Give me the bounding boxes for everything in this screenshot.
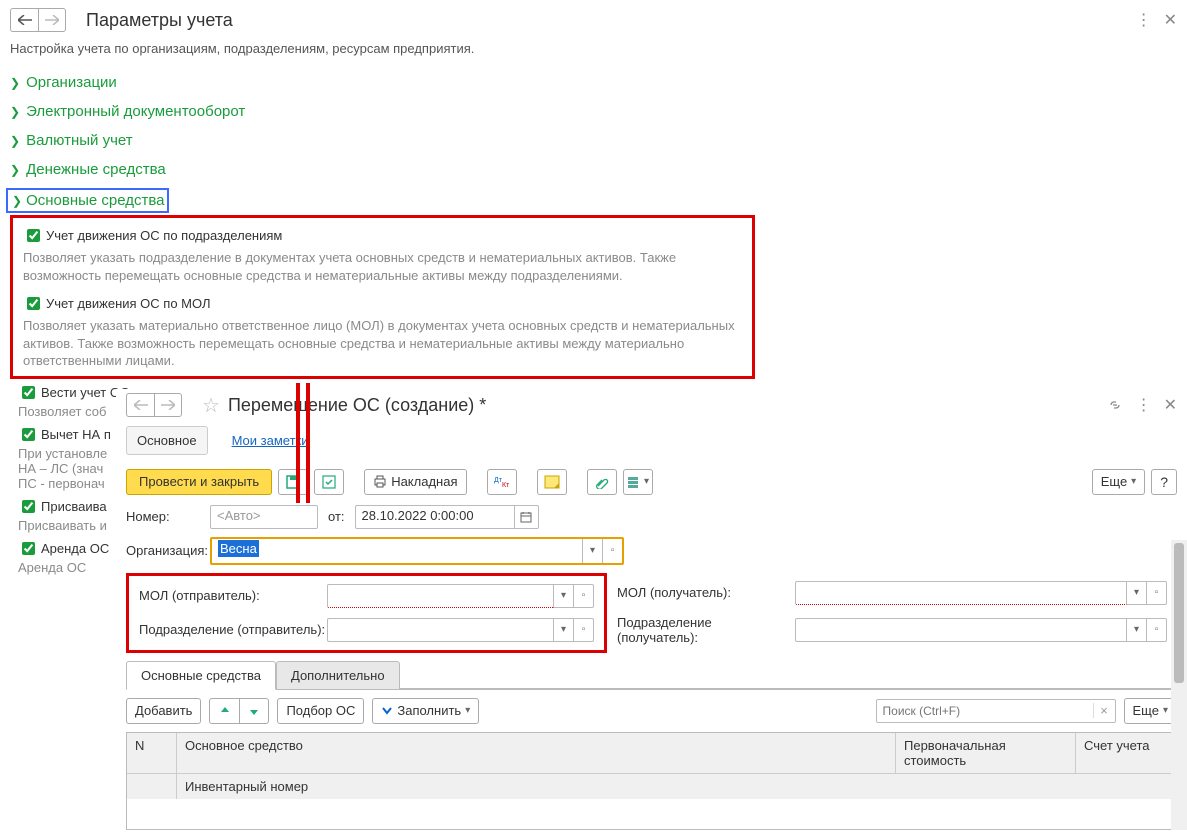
table-more-button[interactable]: Еще xyxy=(1124,698,1177,724)
col-acct[interactable]: Счет учета xyxy=(1076,733,1176,773)
page-description: Настройка учета по организациям, подразд… xyxy=(0,40,1187,68)
clear-search-icon[interactable]: × xyxy=(1093,703,1115,718)
tab-notes[interactable]: Мои заметки xyxy=(222,427,319,454)
checkbox-label: Учет движения ОС по подразделениям xyxy=(46,228,282,243)
save-button[interactable] xyxy=(278,469,308,495)
vertical-scrollbar[interactable] xyxy=(1171,540,1187,830)
open-icon[interactable]: ▫ xyxy=(1147,618,1167,642)
tab-main[interactable]: Основное xyxy=(126,426,208,455)
page-title: Параметры учета xyxy=(86,10,233,31)
forward-button[interactable] xyxy=(38,8,66,32)
close-icon[interactable]: ✕ xyxy=(1164,395,1177,415)
pick-os-button[interactable]: Подбор ОС xyxy=(277,698,364,724)
section-organizations[interactable]: ❯ Организации xyxy=(10,68,1177,97)
sender-fields-highlight: МОЛ (отправитель): ▾ ▫ Подразделение (от… xyxy=(126,573,607,653)
mol-receiver-input[interactable] xyxy=(795,581,1127,605)
checkbox-os-sets[interactable] xyxy=(22,386,35,399)
note-button[interactable] xyxy=(537,469,567,495)
table-body[interactable] xyxy=(127,799,1176,829)
subtab-extra[interactable]: Дополнительно xyxy=(276,661,400,690)
fill-button[interactable]: Заполнить xyxy=(372,698,479,724)
dt-kt-button[interactable]: ДтКт xyxy=(487,469,517,495)
dropdown-icon[interactable]: ▾ xyxy=(1127,581,1147,605)
help-button[interactable]: ? xyxy=(1151,469,1177,495)
add-button[interactable]: Добавить xyxy=(126,698,201,724)
svg-text:Кт: Кт xyxy=(502,482,510,489)
date-input[interactable]: 28.10.2022 0:00:00 xyxy=(355,505,515,529)
dep-receiver-input[interactable] xyxy=(795,618,1127,642)
section-fixed-assets[interactable]: ❯ Основные средства xyxy=(6,188,169,213)
more-button[interactable]: Еще xyxy=(1092,469,1145,495)
col-os[interactable]: Основное средство xyxy=(177,733,896,773)
mol-sender-label: МОЛ (отправитель): xyxy=(139,588,327,603)
section-edo[interactable]: ❯ Электронный документооборот xyxy=(10,97,1177,126)
open-icon[interactable]: ▫ xyxy=(574,618,594,642)
checkbox-assign[interactable] xyxy=(22,500,35,513)
section-cash[interactable]: ❯ Денежные средства xyxy=(10,155,1177,184)
calendar-icon[interactable] xyxy=(515,505,539,529)
dropdown-icon[interactable]: ▾ xyxy=(582,539,602,563)
checkbox-os-by-mol[interactable] xyxy=(27,297,40,310)
favorite-star-icon[interactable]: ☆ xyxy=(202,393,220,418)
col-cost[interactable]: Первоначальная стоимость xyxy=(896,733,1076,773)
dropdown-icon[interactable]: ▾ xyxy=(554,618,574,642)
subtab-os[interactable]: Основные средства xyxy=(126,661,276,690)
help-text: Позволяет указать материально ответствен… xyxy=(23,317,742,370)
back-button[interactable] xyxy=(10,8,38,32)
open-icon[interactable]: ▫ xyxy=(574,584,594,608)
help-text: Позволяет указать подразделение в докуме… xyxy=(23,249,742,284)
dep-sender-input[interactable] xyxy=(327,618,554,642)
from-label: от: xyxy=(328,509,345,524)
dropdown-icon[interactable]: ▾ xyxy=(554,584,574,608)
checkbox-na-deduction[interactable] xyxy=(22,428,35,441)
checkbox-os-lease[interactable] xyxy=(22,542,35,555)
number-input[interactable]: <Авто> xyxy=(210,505,318,529)
mol-sender-input[interactable] xyxy=(327,584,554,608)
structure-button[interactable] xyxy=(623,469,653,495)
os-table: N Основное средство Первоначальная стоим… xyxy=(126,732,1177,830)
inner-back-button[interactable] xyxy=(126,393,154,417)
move-up-button[interactable] xyxy=(209,698,239,724)
checkbox-os-by-department[interactable] xyxy=(27,229,40,242)
section-currency[interactable]: ❯ Валютный учет xyxy=(10,126,1177,155)
search-input[interactable]: × xyxy=(876,699,1116,723)
col-n[interactable]: N xyxy=(127,733,177,773)
checkbox-label: Учет движения ОС по МОЛ xyxy=(46,296,211,311)
move-down-button[interactable] xyxy=(239,698,269,724)
attach-button[interactable] xyxy=(587,469,617,495)
dep-receiver-label: Подразделение (получатель): xyxy=(617,615,795,645)
dropdown-icon[interactable]: ▾ xyxy=(1127,618,1147,642)
mol-receiver-label: МОЛ (получатель): xyxy=(617,585,795,600)
os-settings-highlight: Учет движения ОС по подразделениям Позво… xyxy=(10,215,755,379)
number-label: Номер: xyxy=(126,509,210,524)
close-icon[interactable]: ✕ xyxy=(1164,10,1177,30)
col-inv[interactable]: Инвентарный номер xyxy=(177,774,1176,799)
kebab-icon[interactable]: ⋮ xyxy=(1136,395,1152,415)
post-and-close-button[interactable]: Провести и закрыть xyxy=(126,469,272,495)
inner-forward-button[interactable] xyxy=(154,393,182,417)
link-icon[interactable] xyxy=(1106,398,1124,412)
chevron-right-icon: ❯ xyxy=(12,194,22,208)
chevron-right-icon: ❯ xyxy=(10,163,20,177)
inner-window-title: Перемещение ОС (создание) * xyxy=(228,395,486,416)
post-button[interactable] xyxy=(314,469,344,495)
open-icon[interactable]: ▫ xyxy=(1147,581,1167,605)
dep-sender-label: Подразделение (отправитель): xyxy=(139,622,327,637)
chevron-right-icon: ❯ xyxy=(10,105,20,119)
chevron-right-icon: ❯ xyxy=(10,134,20,148)
org-label: Организация: xyxy=(126,543,210,558)
chevron-right-icon: ❯ xyxy=(10,76,20,90)
kebab-icon[interactable]: ⋮ xyxy=(1136,10,1152,30)
org-field[interactable]: Весна ▾ ▫ xyxy=(210,537,624,565)
print-invoice-button[interactable]: Накладная xyxy=(364,469,466,495)
open-icon[interactable]: ▫ xyxy=(602,539,622,563)
